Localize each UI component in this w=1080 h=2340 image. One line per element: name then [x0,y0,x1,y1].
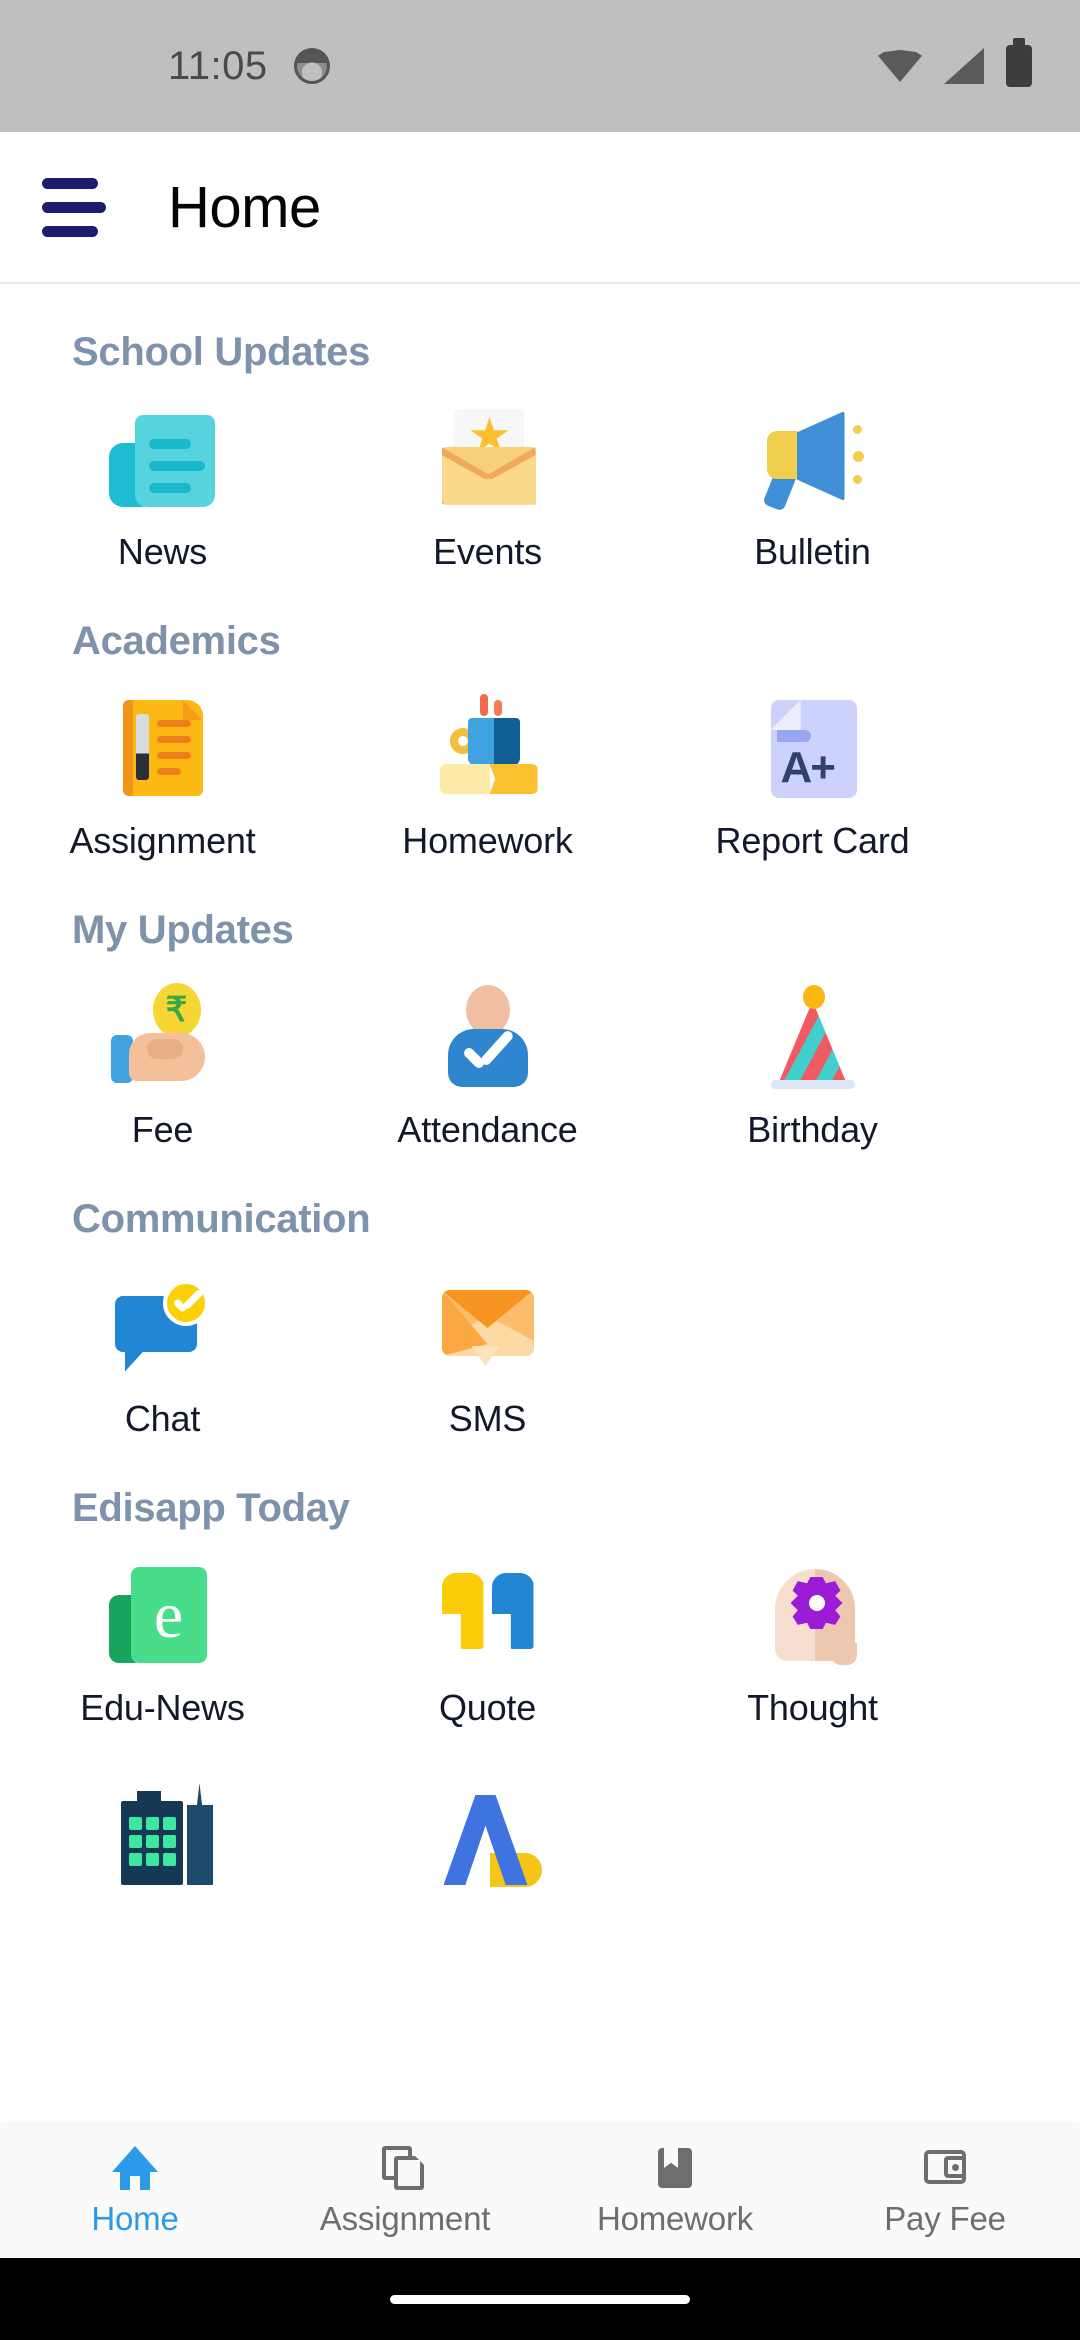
nav-item-home[interactable]: Home [0,2146,270,2238]
tile-grid: News Events Bulletin [0,385,1080,573]
news-document-icon [103,403,223,515]
tile-label: Homework [402,820,573,861]
rupee-symbol: ₹ [165,991,188,1029]
megaphone-icon [753,403,873,515]
tile-label: Thought [747,1687,878,1728]
hamburger-line [42,225,98,237]
tile-grid: Chat SMS [0,1252,1080,1440]
section-academics: Academics Assignment Homework A+ Report … [0,619,1080,862]
section-title: Edisapp Today [72,1486,350,1530]
section-my-updates: My Updates ₹ Fee Attendance Birthday [0,908,1080,1151]
nav-label: Home [91,2200,179,2237]
document-pen-icon [103,692,223,804]
status-bar: 11:05 [0,0,1080,132]
tile-city[interactable] [0,1755,325,1885]
wifi-icon [878,50,922,82]
nav-item-pay-fee[interactable]: Pay Fee [810,2146,1080,2238]
copy-pages-icon [382,2146,428,2190]
battery-icon [1006,45,1032,87]
tile-thought[interactable]: Thought [650,1541,975,1729]
tile-chat[interactable]: Chat [0,1252,325,1440]
hand-rupee-coin-icon: ₹ [103,981,223,1093]
tile-report-card[interactable]: A+ Report Card [650,674,975,862]
chat-bubble-check-icon [103,1270,223,1382]
tile-grid [0,1755,1080,1887]
section-title: My Updates [72,908,294,952]
tile-blue-a[interactable] [325,1755,650,1887]
section-title: School Updates [72,330,371,374]
tile-label: Edu-News [80,1687,245,1728]
tile-news[interactable]: News [0,385,325,573]
orange-envelope-icon [428,1270,548,1382]
grade-badge-text: A+ [780,743,837,792]
tile-fee[interactable]: ₹ Fee [0,963,325,1151]
home-icon [112,2146,158,2190]
tile-label: Report Card [715,820,910,861]
section-school-updates: School Updates News Events Bulletin [0,330,1080,573]
quotation-marks-icon [428,1559,548,1671]
edu-news-e-icon: e [103,1559,223,1671]
section-title: Communication [72,1197,371,1241]
dashboard-scroll-area[interactable]: School Updates News Events Bulletin Acad… [0,284,1080,2126]
app-screen: 11:05 Home School Updates News Events Bu… [0,0,1080,2340]
party-hat-icon [753,981,873,1093]
tile-bulletin[interactable]: Bulletin [650,385,975,573]
hamburger-line [42,177,98,189]
page-title: Home [168,174,321,240]
tile-grid: ₹ Fee Attendance Birthday [0,963,1080,1151]
tile-label: Fee [131,1109,194,1150]
avatar-notification-icon [293,48,330,84]
tile-birthday[interactable]: Birthday [650,963,975,1151]
nav-item-assignment[interactable]: Assignment [270,2146,540,2238]
tile-label: Birthday [747,1109,878,1150]
nav-label: Assignment [319,2200,491,2237]
tile-label: Events [433,531,542,572]
status-bar-clock: 11:05 [168,43,268,88]
status-bar-indicators [878,45,1032,87]
tile-grid: e Edu-News Quote Thought [0,1541,1080,1729]
tile-label: Attendance [397,1109,578,1150]
tile-quote[interactable]: Quote [325,1541,650,1729]
tile-label: Bulletin [754,531,871,572]
tile-grid: Assignment Homework A+ Report Card [0,674,1080,862]
grade-card-icon: A+ [753,692,873,804]
gesture-pill[interactable] [390,2294,690,2304]
tile-label: News [117,531,208,572]
tile-events[interactable]: Events [325,385,650,573]
nav-label: Pay Fee [884,2200,1006,2237]
scroll-fade-overlay [0,2070,1080,2126]
hamburger-line [42,201,106,213]
tile-label: Quote [438,1687,537,1728]
tile-edu-news[interactable]: e Edu-News [0,1541,325,1729]
person-check-icon [428,981,548,1093]
envelope-star-icon [428,403,548,515]
hamburger-menu-icon[interactable] [42,177,106,237]
section-title: Academics [72,619,281,663]
bottom-navigation-bar: Home Assignment Homework Pay Fee [0,2126,1080,2258]
nav-label: Homework [596,2200,754,2237]
tile-sms[interactable]: SMS [325,1252,650,1440]
tile-label: Assignment [69,820,256,861]
cup-books-icon [428,692,548,804]
tile-label: Chat [124,1398,201,1439]
section-partial-row [0,1755,1080,1887]
tile-attendance[interactable]: Attendance [325,963,650,1151]
nav-item-homework[interactable]: Homework [540,2146,810,2238]
edu-news-letter: e [153,1579,184,1652]
blue-a-logo-icon [428,1773,548,1887]
tile-assignment[interactable]: Assignment [0,674,325,862]
tile-homework[interactable]: Homework [325,674,650,862]
system-gesture-bar [0,2258,1080,2340]
app-bar: Home [0,132,1080,284]
section-edisapp-today: Edisapp Today e Edu-News Quote Thought [0,1486,1080,1729]
signal-icon [944,48,984,84]
city-buildings-icon [103,1773,223,1885]
bookmark-icon [652,2146,698,2190]
head-gear-icon [753,1559,873,1671]
tile-label: SMS [448,1398,527,1439]
section-communication: Communication Chat SMS [0,1197,1080,1440]
wallet-icon [922,2146,968,2190]
